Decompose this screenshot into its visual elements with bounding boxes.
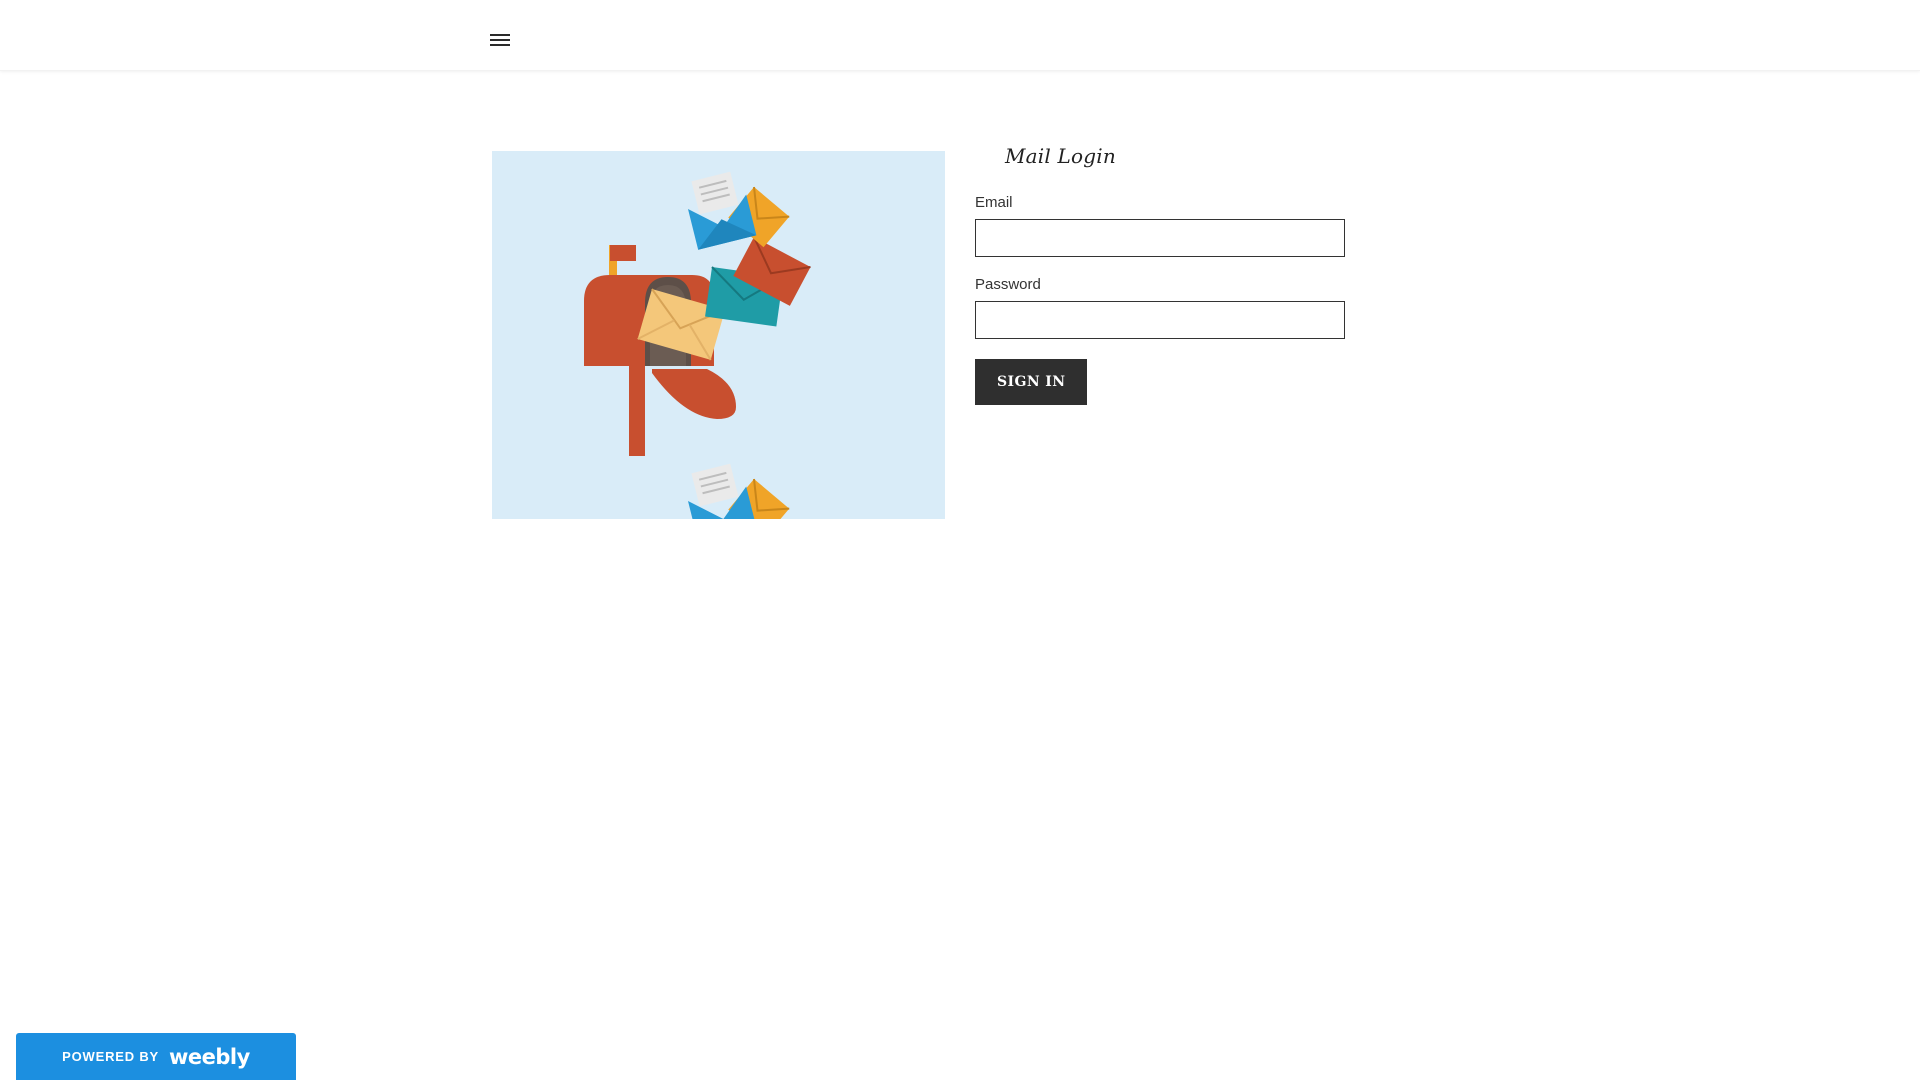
hamburger-menu-icon[interactable] <box>488 30 516 50</box>
sign-in-button[interactable]: SIGN IN <box>975 359 1088 405</box>
email-label: Email <box>975 194 1013 211</box>
top-navigation-bar <box>0 0 1920 71</box>
password-label: Password <box>975 276 1041 293</box>
mailbox-illustration <box>492 151 945 519</box>
weebly-logo: weebly <box>169 1044 250 1069</box>
page-title: Mail Login <box>1005 144 1116 168</box>
mail-login-form: Mail Login Email Password SIGN IN <box>975 140 1345 405</box>
password-field[interactable] <box>975 301 1345 339</box>
powered-by-weebly-badge[interactable]: POWERED BY weebly <box>16 1033 296 1080</box>
powered-by-label: POWERED BY <box>62 1049 160 1064</box>
email-field[interactable] <box>975 219 1345 257</box>
